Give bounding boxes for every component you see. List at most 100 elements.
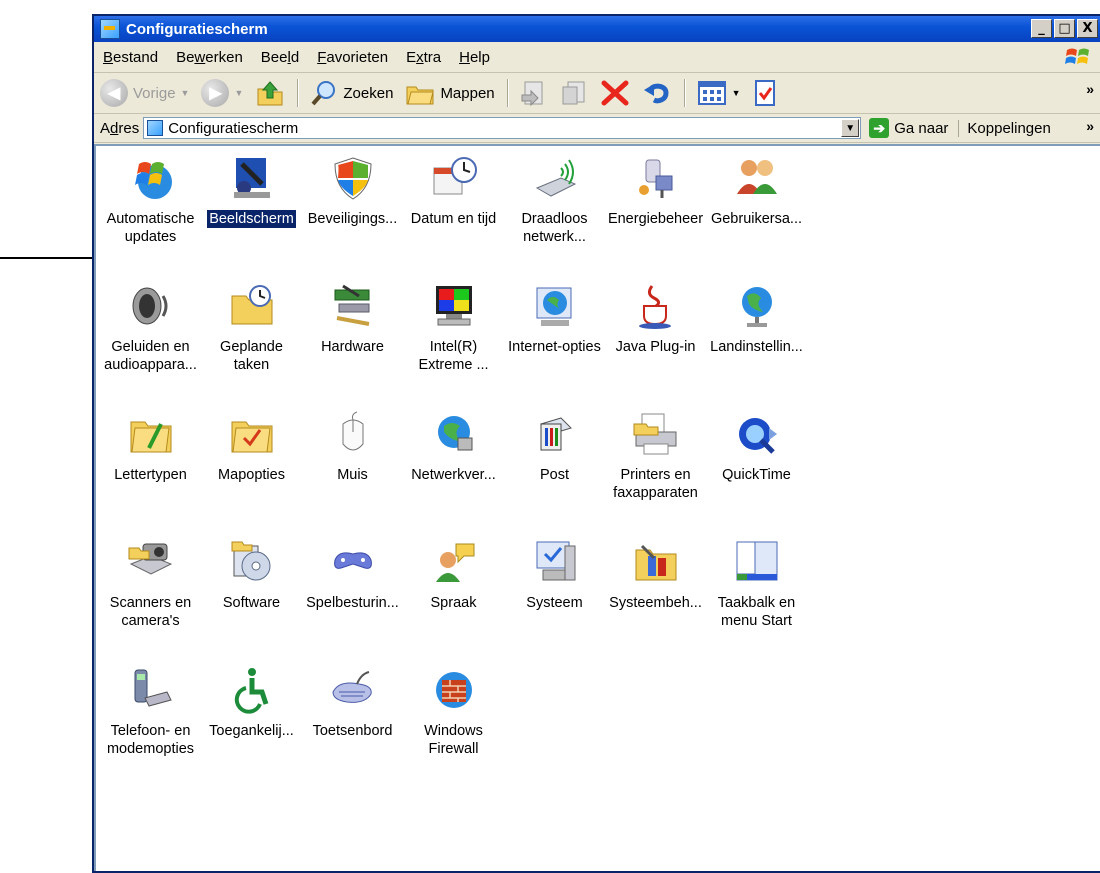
accessibility-icon [228,666,276,714]
address-dropdown-button[interactable]: ▼ [841,119,860,137]
applet-label: Internet-opties [508,339,601,355]
monitor-color-icon [430,282,478,330]
close-button[interactable]: X [1077,19,1098,38]
applet-label: Systeembeh... [609,595,702,611]
applet-label: Lettertypen [114,467,187,483]
menu-favorieten[interactable]: Favorieten [308,49,397,66]
applet-admin-tools[interactable]: Systeembeh... [607,538,704,666]
mail-icon [531,410,579,458]
applet-mouse[interactable]: Muis [304,410,401,538]
maximize-button[interactable]: □ [1054,19,1075,38]
applet-label: Java Plug-in [615,339,696,355]
applet-speaker[interactable]: Geluiden en audioappara... [102,282,199,410]
applet-fonts-folder[interactable]: Lettertypen [102,410,199,538]
toolbar-chevron-more[interactable]: » [1086,81,1094,97]
applet-label: Geluiden en [111,339,190,355]
applet-label-line2: Extreme ... [418,357,489,373]
control-panel-icon [147,120,164,136]
speaker-icon [127,282,175,330]
up-folder-button[interactable] [249,79,291,107]
back-button[interactable]: ◀ Vorige ▼ [94,79,195,107]
folder-up-icon [257,81,283,106]
menu-extra[interactable]: Extra [397,49,450,66]
applet-accessibility[interactable]: Toegankelij... [203,666,300,794]
copy-to-button[interactable] [554,79,594,107]
menu-bewerken[interactable]: Bewerken [167,49,252,66]
applet-taskbar[interactable]: Taakbalk en menu Start [708,538,805,666]
hardware-icon [329,282,377,330]
applet-gamepad[interactable]: Spelbesturin... [304,538,401,666]
views-button[interactable]: ▼ [691,80,747,106]
applet-quicktime[interactable]: QuickTime [708,410,805,538]
forward-arrow-icon: ▶ [201,79,230,107]
links-toolbar[interactable]: Koppelingen [958,119,1051,137]
go-button[interactable]: ➔ Ga naar [869,118,948,138]
menu-beeld[interactable]: Beeld [252,49,308,66]
java-cup-icon [632,282,680,330]
applet-folder-options[interactable]: Mapopties [203,410,300,538]
chevron-down-icon: ▼ [180,88,190,98]
applet-phone-modem[interactable]: Telefoon- en modemopties [102,666,199,794]
applet-wireless-network[interactable]: Draadloos netwerk... [506,154,603,282]
scanner-camera-icon [127,538,175,586]
checklist-button[interactable] [747,79,783,107]
address-bar: Adres Configuratiescherm ▼ ➔ Ga naar Kop… [94,114,1100,143]
back-arrow-icon: ◀ [100,79,128,107]
power-plug-icon [632,154,680,202]
taskbar-icon [733,538,781,586]
undo-button[interactable] [636,78,678,108]
applet-windows-update[interactable]: Automatische updates [102,154,199,282]
forward-button[interactable]: ▶ ▼ [195,79,249,107]
windows-update-icon [127,154,175,202]
applet-printer[interactable]: Printers en faxapparaten [607,410,704,538]
applet-users[interactable]: Gebruikersa... [708,154,805,282]
applet-monitor-color[interactable]: Intel(R) Extreme ... [405,282,502,410]
applet-display[interactable]: Beeldscherm [203,154,300,282]
chevron-down-icon: ▼ [234,88,244,98]
internet-globe-icon [531,282,579,330]
minimize-button[interactable]: _ [1031,19,1052,38]
applet-software-cd[interactable]: Software [203,538,300,666]
folders-button[interactable]: Mappen [399,79,500,107]
speech-icon [430,538,478,586]
applet-network-globe[interactable]: Netwerkver... [405,410,502,538]
applet-label: Post [539,467,569,483]
applet-label: Systeem [526,595,583,611]
applet-speech[interactable]: Spraak [405,538,502,666]
phone-modem-icon [127,666,175,714]
links-chevron-more[interactable]: » [1086,118,1094,134]
applet-mail[interactable]: Post [506,410,603,538]
menu-help[interactable]: Help [450,49,499,66]
undo-icon [643,83,669,104]
applet-scanner-camera[interactable]: Scanners en camera's [102,538,199,666]
search-button[interactable]: Zoeken [304,79,399,107]
control-panel-icon [100,19,120,39]
applet-label: Netwerkver... [411,467,496,483]
menu-bestand[interactable]: Bestand [94,49,167,66]
folders-icon [406,86,435,105]
title-bar[interactable]: Configuratiescherm _ □ X [94,16,1100,42]
move-to-button[interactable] [514,79,554,107]
applet-calendar-clock[interactable]: Datum en tijd [405,154,502,282]
applet-hardware[interactable]: Hardware [304,282,401,410]
delete-button[interactable] [594,78,636,108]
applet-scheduled-tasks[interactable]: Geplande taken [203,282,300,410]
applet-label: Intel(R) [429,339,478,355]
applet-system-computer[interactable]: Systeem [506,538,603,666]
applet-label: Datum en tijd [410,211,497,227]
applet-label: Mapopties [218,467,285,483]
applet-label: Taakbalk en [717,595,796,611]
address-input[interactable]: Configuratiescherm ▼ [143,117,862,139]
applet-keyboard[interactable]: Toetsenbord [304,666,401,794]
applet-internet-globe[interactable]: Internet-opties [506,282,603,410]
mouse-icon [329,410,377,458]
applet-security-shield[interactable]: Beveiligings... [304,154,401,282]
gamepad-icon [329,538,377,586]
applet-java-cup[interactable]: Java Plug-in [607,282,704,410]
applet-label-line2: audioappara... [104,357,197,373]
applet-power-plug[interactable]: Energiebeheer [607,154,704,282]
applet-firewall[interactable]: Windows Firewall [405,666,502,794]
network-globe-icon [430,410,478,458]
applet-globe[interactable]: Landinstellin... [708,282,805,410]
admin-tools-icon [632,538,680,586]
